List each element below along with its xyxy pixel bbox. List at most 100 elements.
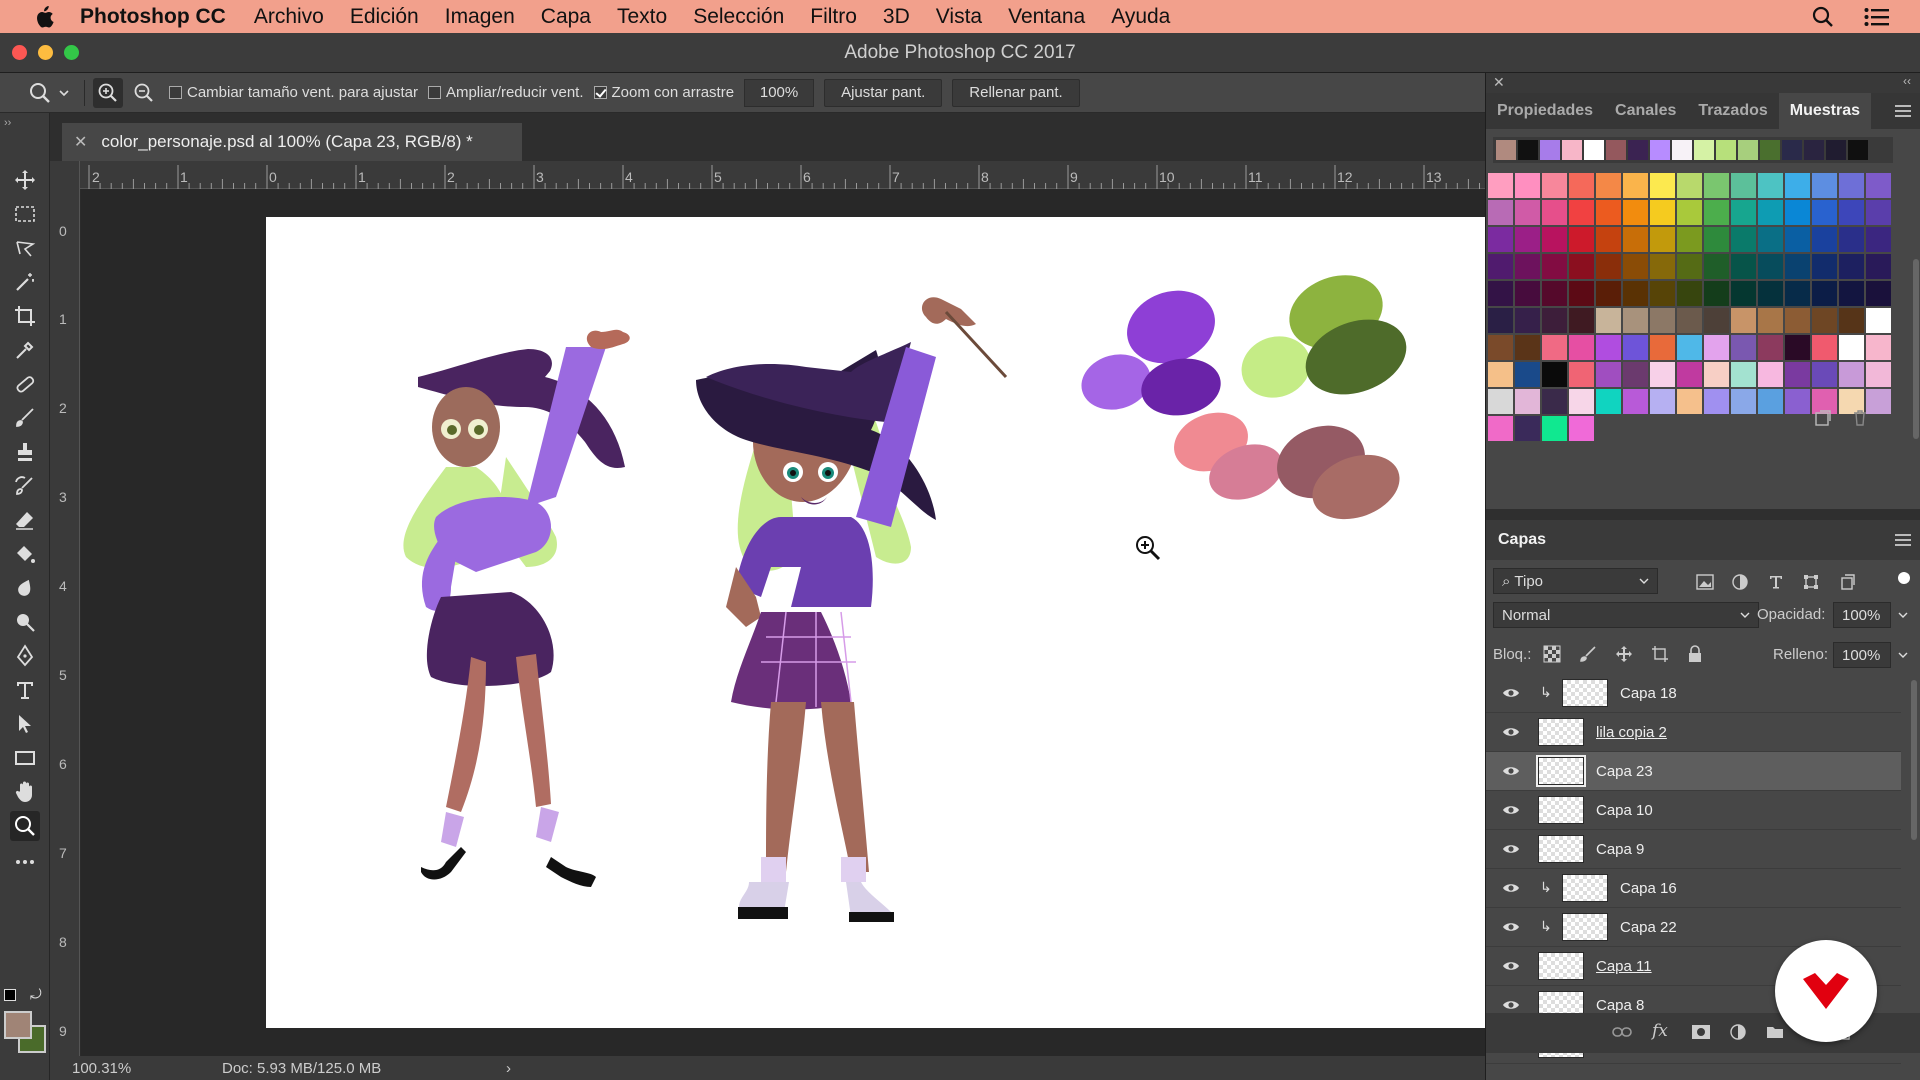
swap-colors-icon[interactable]: ⤾ (30, 986, 42, 1003)
color-swatch[interactable] (1704, 227, 1729, 252)
color-swatch[interactable] (1488, 308, 1513, 333)
visibility-eye-icon[interactable] (1502, 959, 1520, 973)
recent-swatch[interactable] (1760, 140, 1780, 160)
checkbox-box-checked[interactable] (593, 86, 607, 99)
color-swatch[interactable] (1839, 173, 1864, 198)
color-swatch[interactable] (1785, 227, 1810, 252)
color-swatch[interactable] (1812, 227, 1837, 252)
layer-row[interactable]: Capa 10 (1486, 791, 1901, 830)
crop-tool[interactable] (10, 301, 40, 331)
menu-vista[interactable]: Vista (936, 5, 982, 29)
lock-position-icon[interactable] (1615, 645, 1633, 663)
color-swatch[interactable] (1515, 416, 1540, 441)
color-swatch[interactable] (1596, 227, 1621, 252)
color-swatch[interactable] (1650, 200, 1675, 225)
recent-swatch[interactable] (1628, 140, 1648, 160)
color-swatch[interactable] (1542, 308, 1567, 333)
layer-filter-select[interactable]: ⌕ Tipo (1493, 568, 1658, 594)
fill-screen-button[interactable]: Rellenar pant. (952, 78, 1080, 107)
color-swatch[interactable] (1812, 173, 1837, 198)
color-swatch[interactable] (1758, 335, 1783, 360)
rectangle-tool[interactable] (10, 743, 40, 773)
color-swatch[interactable] (1704, 200, 1729, 225)
color-swatch[interactable] (1515, 362, 1540, 387)
color-swatch[interactable] (1542, 200, 1567, 225)
tab-channels[interactable]: Canales (1604, 93, 1687, 129)
color-swatch[interactable] (1758, 362, 1783, 387)
layer-name[interactable]: Capa 10 (1596, 802, 1653, 819)
color-swatch[interactable] (1758, 281, 1783, 306)
color-swatch[interactable] (1542, 254, 1567, 279)
color-swatch[interactable] (1731, 335, 1756, 360)
color-swatch[interactable] (1623, 281, 1648, 306)
color-swatch[interactable] (1677, 308, 1702, 333)
layer-name[interactable]: Capa 22 (1620, 919, 1677, 936)
color-swatch[interactable] (1839, 200, 1864, 225)
color-swatch[interactable] (1515, 335, 1540, 360)
color-swatch[interactable] (1650, 281, 1675, 306)
menu-3d[interactable]: 3D (883, 5, 910, 29)
type-tool[interactable] (10, 675, 40, 705)
color-swatch[interactable] (1839, 254, 1864, 279)
default-colors-icon[interactable] (4, 989, 16, 1001)
filter-adjustment-icon[interactable] (1732, 574, 1748, 590)
chevron-down-icon[interactable] (58, 88, 70, 98)
recent-swatch[interactable] (1848, 140, 1868, 160)
menu-imagen[interactable]: Imagen (445, 5, 515, 29)
healing-brush-tool[interactable] (10, 369, 40, 399)
color-swatch[interactable] (1623, 200, 1648, 225)
layer-name[interactable]: Capa 16 (1620, 880, 1677, 897)
menu-seleccion[interactable]: Selección (693, 5, 784, 29)
color-swatch[interactable] (1488, 173, 1513, 198)
color-swatch[interactable] (1731, 281, 1756, 306)
color-swatch[interactable] (1785, 281, 1810, 306)
lock-transparent-pixels-icon[interactable] (1543, 645, 1561, 663)
color-swatch[interactable] (1758, 200, 1783, 225)
color-swatch[interactable] (1542, 227, 1567, 252)
color-swatch[interactable] (1866, 227, 1891, 252)
recent-swatch[interactable] (1782, 140, 1802, 160)
menu-ayuda[interactable]: Ayuda (1111, 5, 1170, 29)
color-swatch[interactable] (1623, 173, 1648, 198)
color-swatch[interactable] (1731, 200, 1756, 225)
paint-bucket-tool[interactable] (10, 539, 40, 569)
color-swatch[interactable] (1596, 281, 1621, 306)
dodge-tool[interactable] (10, 607, 40, 637)
zoom-tool[interactable] (10, 811, 40, 841)
color-swatch[interactable] (1515, 227, 1540, 252)
color-swatch[interactable] (1785, 254, 1810, 279)
layer-thumbnail[interactable] (1538, 718, 1584, 746)
color-swatch[interactable] (1623, 254, 1648, 279)
color-swatch[interactable] (1731, 173, 1756, 198)
color-swatch[interactable] (1866, 362, 1891, 387)
checkbox-box[interactable] (169, 86, 182, 99)
recent-swatch[interactable] (1562, 140, 1582, 160)
color-swatch[interactable] (1596, 389, 1621, 414)
layer-row[interactable]: lila copia 2 (1486, 713, 1901, 752)
color-swatch[interactable] (1542, 335, 1567, 360)
color-swatch[interactable] (1785, 335, 1810, 360)
color-swatch[interactable] (1650, 335, 1675, 360)
layer-name[interactable]: Capa 18 (1620, 685, 1677, 702)
layer-row[interactable]: Capa 9 (1486, 830, 1901, 869)
recent-swatch[interactable] (1804, 140, 1824, 160)
color-swatch[interactable] (1866, 335, 1891, 360)
color-swatch[interactable] (1650, 254, 1675, 279)
color-swatch[interactable] (1650, 389, 1675, 414)
move-tool[interactable] (10, 165, 40, 195)
opacity-dropdown-icon[interactable] (1898, 611, 1908, 619)
layer-row[interactable]: ↳ Capa 16 (1486, 869, 1901, 908)
color-swatch[interactable] (1677, 389, 1702, 414)
color-swatch[interactable] (1785, 173, 1810, 198)
recent-swatch[interactable] (1738, 140, 1758, 160)
layer-name[interactable]: lila copia 2 (1596, 724, 1667, 741)
layers-panel-title[interactable]: Capas (1498, 531, 1546, 549)
color-swatch[interactable] (1650, 362, 1675, 387)
color-swatch[interactable] (1704, 254, 1729, 279)
visibility-eye-icon[interactable] (1502, 920, 1520, 934)
visibility-eye-icon[interactable] (1502, 842, 1520, 856)
color-swatch[interactable] (1866, 281, 1891, 306)
layer-name[interactable]: Capa 8 (1596, 997, 1644, 1014)
zoom-window-button[interactable] (64, 45, 79, 60)
color-swatch[interactable] (1569, 227, 1594, 252)
